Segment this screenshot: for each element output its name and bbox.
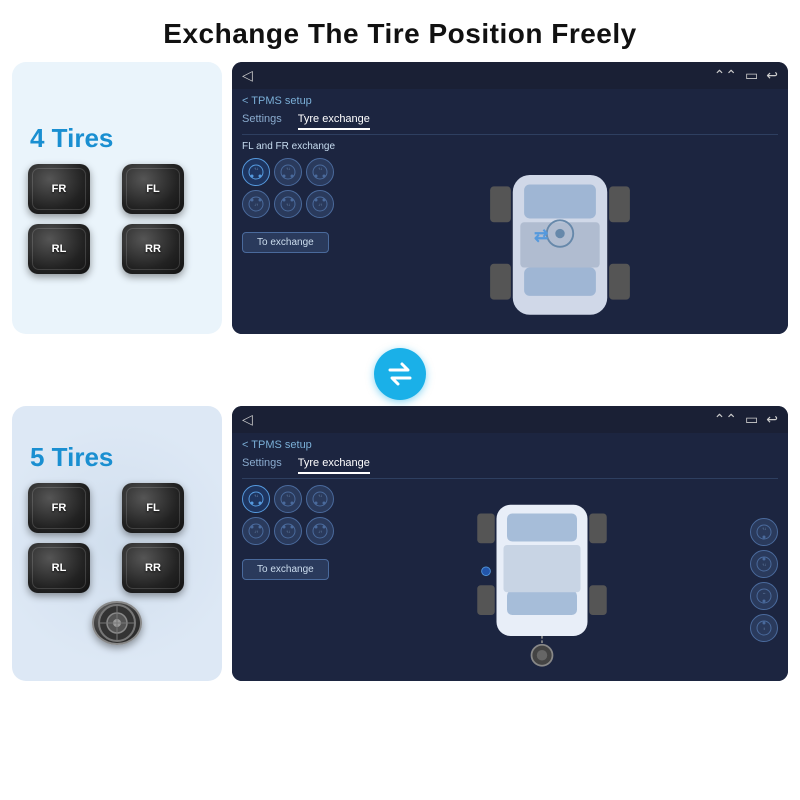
svg-text:↑↓: ↑↓ bbox=[286, 493, 290, 498]
pattern-4-5[interactable]: ↓↑ bbox=[242, 517, 270, 545]
tire-fl-5: FL bbox=[122, 483, 184, 533]
tab-tyre-exchange-5[interactable]: Tyre exchange bbox=[298, 457, 370, 474]
svg-text:↓↑: ↓↑ bbox=[318, 202, 322, 207]
exchange-button-5[interactable]: To exchange bbox=[242, 559, 329, 580]
pattern-6-4[interactable]: ↓↑ bbox=[306, 190, 334, 218]
pattern-row-2-4: ↓↑ ↑↓ bbox=[242, 190, 334, 218]
screen-content-4: < TPMS setup Settings Tyre exchange FL a… bbox=[232, 89, 788, 334]
pattern-1-4[interactable]: ↑↓ bbox=[242, 158, 270, 186]
tire-fr-4: FR bbox=[28, 164, 90, 214]
tire-fl-4: FL bbox=[122, 164, 184, 214]
car-view-5 bbox=[342, 485, 742, 675]
svg-text:↑↓: ↑↓ bbox=[318, 166, 322, 171]
svg-text:↔: ↔ bbox=[762, 590, 766, 595]
tire-rr-5: RR bbox=[122, 543, 184, 593]
four-tire-screen: ◁ ⌃⌃ ▭ ↩ < TPMS setup Settings Tyre exch… bbox=[232, 62, 788, 334]
five-tire-screen: ◁ ⌃⌃ ▭ ↩ < TPMS setup Settings Tyre exch… bbox=[232, 406, 788, 681]
back-triangle-icon-4: ◁ bbox=[242, 67, 253, 84]
page-container: Exchange The Tire Position Freely 4 Tire… bbox=[0, 0, 800, 689]
back-label-5: < TPMS setup bbox=[242, 439, 312, 451]
svg-text:↑↓: ↑↓ bbox=[318, 493, 322, 498]
four-tire-row: 4 Tires FR FL RL RR bbox=[12, 62, 788, 334]
pattern-5-4[interactable]: ↑↓ bbox=[274, 190, 302, 218]
screen-breadcrumb-5: < TPMS setup bbox=[242, 439, 778, 451]
pattern-5-5[interactable]: ↑↓ bbox=[274, 517, 302, 545]
four-tire-label: 4 Tires bbox=[20, 123, 113, 154]
exchange-button-4[interactable]: To exchange bbox=[242, 232, 329, 253]
pattern-row-1-4: ↑↓ ↑↓ bbox=[242, 158, 334, 186]
svg-text:↑↓: ↑↓ bbox=[286, 166, 290, 171]
back-arrow-icon-5: ↩ bbox=[766, 411, 778, 428]
svg-text:↓↑: ↓↑ bbox=[254, 202, 258, 207]
pattern-icons-4: ↑↓ ↑↓ bbox=[242, 158, 334, 328]
tire-rr-4: RR bbox=[122, 224, 184, 274]
screen-top-bar-5: ◁ ⌃⌃ ▭ ↩ bbox=[232, 406, 788, 433]
four-tire-left-panel: 4 Tires FR FL RL RR bbox=[12, 62, 222, 334]
pattern-icons-5: ↑↓ ↑↓ bbox=[242, 485, 334, 675]
back-label-4: < TPMS setup bbox=[242, 95, 312, 107]
page-title: Exchange The Tire Position Freely bbox=[0, 0, 800, 62]
exchange-arrow-icon bbox=[374, 348, 426, 400]
chevron-up-icon-5: ⌃⌃ bbox=[714, 411, 737, 428]
svg-text:↕: ↕ bbox=[763, 626, 765, 631]
five-tire-grid: FR FL RL RR bbox=[20, 483, 214, 593]
chevron-up-icon-4: ⌃⌃ bbox=[714, 67, 737, 84]
svg-text:↑↓: ↑↓ bbox=[254, 493, 258, 498]
screen-body-5: ↑↓ ↑↓ bbox=[242, 485, 778, 675]
svg-text:↓↑: ↓↑ bbox=[318, 529, 322, 534]
pattern-2-5[interactable]: ↑↓ bbox=[274, 485, 302, 513]
tire-spare-5 bbox=[92, 601, 142, 645]
pattern-row-2-5: ↓↑ ↑↓ bbox=[242, 517, 334, 545]
screen-tabs-5: Settings Tyre exchange bbox=[242, 457, 778, 479]
extra-icons-col-5: ↑↓ ↑↓ bbox=[750, 485, 778, 675]
exchange-separator bbox=[12, 342, 788, 406]
five-tire-left-panel: 5 Tires FR FL RL RR bbox=[12, 406, 222, 681]
tire-rl-4: RL bbox=[28, 224, 90, 274]
extra-icon-1-5[interactable]: ↑↓ bbox=[750, 518, 778, 546]
pattern-2-4[interactable]: ↑↓ bbox=[274, 158, 302, 186]
exchange-btn-area-5: To exchange bbox=[242, 553, 334, 580]
screen-content-5: < TPMS setup Settings Tyre exchange bbox=[232, 433, 788, 681]
window-icon-4: ▭ bbox=[745, 67, 758, 84]
screen-body-4: ↑↓ ↑↓ bbox=[242, 158, 778, 328]
screen-top-bar-4: ◁ ⌃⌃ ▭ ↩ bbox=[232, 62, 788, 89]
back-arrow-icon-4: ↩ bbox=[766, 67, 778, 84]
four-tire-grid: FR FL RL RR bbox=[20, 164, 214, 274]
svg-text:↑↓: ↑↓ bbox=[254, 166, 258, 171]
car-view-4: ⇄ bbox=[342, 158, 778, 328]
content-area: 4 Tires FR FL RL RR bbox=[0, 62, 800, 689]
pattern-row-1-5: ↑↓ ↑↓ bbox=[242, 485, 334, 513]
pattern-1-5[interactable]: ↑↓ bbox=[242, 485, 270, 513]
svg-text:⇄: ⇄ bbox=[534, 226, 548, 245]
exchange-label-4: FL and FR exchange bbox=[242, 141, 778, 152]
screen-tabs-4: Settings Tyre exchange bbox=[242, 113, 778, 135]
nav-icons-4: ⌃⌃ ▭ ↩ bbox=[714, 67, 778, 84]
extra-icon-2-5[interactable]: ↑↓ bbox=[750, 550, 778, 578]
screen-breadcrumb-4: < TPMS setup bbox=[242, 95, 778, 107]
svg-text:↑↓: ↑↓ bbox=[762, 562, 766, 567]
svg-text:↓↑: ↓↑ bbox=[254, 529, 258, 534]
five-tire-label: 5 Tires bbox=[20, 442, 113, 473]
extra-icon-4-5[interactable]: ↕ bbox=[750, 614, 778, 642]
pattern-6-5[interactable]: ↓↑ bbox=[306, 517, 334, 545]
tab-tyre-exchange-4[interactable]: Tyre exchange bbox=[298, 113, 370, 130]
tab-settings-4[interactable]: Settings bbox=[242, 113, 282, 130]
extra-icon-3-5[interactable]: ↔ bbox=[750, 582, 778, 610]
nav-icons-5: ⌃⌃ ▭ ↩ bbox=[714, 411, 778, 428]
tire-fr-5: FR bbox=[28, 483, 90, 533]
tab-settings-5[interactable]: Settings bbox=[242, 457, 282, 474]
tire-rl-5: RL bbox=[28, 543, 90, 593]
back-triangle-icon-5: ◁ bbox=[242, 411, 253, 428]
pattern-4-4[interactable]: ↓↑ bbox=[242, 190, 270, 218]
pattern-3-5[interactable]: ↑↓ bbox=[306, 485, 334, 513]
pattern-3-4[interactable]: ↑↓ bbox=[306, 158, 334, 186]
svg-text:↑↓: ↑↓ bbox=[762, 526, 766, 531]
five-tire-row: 5 Tires FR FL RL RR bbox=[12, 406, 788, 681]
exchange-btn-area-4: To exchange bbox=[242, 226, 334, 253]
window-icon-5: ▭ bbox=[745, 411, 758, 428]
svg-text:↑↓: ↑↓ bbox=[286, 202, 290, 207]
svg-text:↑↓: ↑↓ bbox=[286, 529, 290, 534]
